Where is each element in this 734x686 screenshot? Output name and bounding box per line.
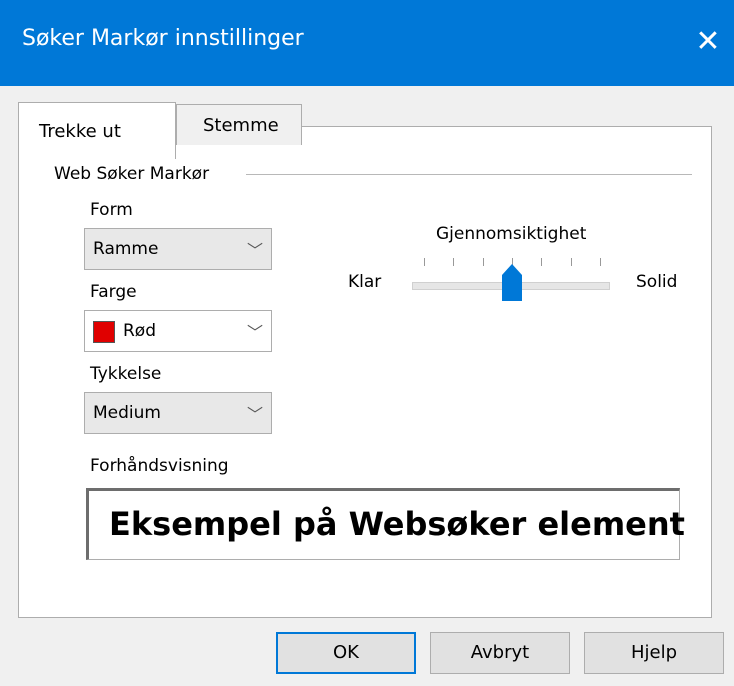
window-title: Søker Markør innstillinger: [22, 26, 304, 51]
title-bar: Søker Markør innstillinger ✕: [0, 0, 734, 86]
chevron-down-icon: ﹀: [247, 405, 264, 424]
tab-stemme-label: Stemme: [203, 115, 279, 136]
form-dropdown[interactable]: Ramme ﹀: [84, 228, 272, 270]
slider-tick: [453, 258, 455, 266]
farge-label: Farge: [90, 282, 137, 302]
form-label: Form: [90, 200, 133, 220]
form-value: Ramme: [93, 239, 159, 259]
slider-title: Gjennomsiktighet: [436, 224, 587, 244]
preview-text: Eksempel på Websøker element: [109, 505, 685, 543]
slider-tick: [600, 258, 601, 266]
chevron-down-icon: ﹀: [247, 241, 264, 260]
tykkelse-dropdown[interactable]: Medium ﹀: [84, 392, 272, 434]
tykkelse-label: Tykkelse: [90, 364, 162, 384]
chevron-down-icon: ﹀: [247, 323, 264, 342]
help-button[interactable]: Hjelp: [584, 632, 724, 674]
tab-trekke-ut[interactable]: Trekke ut: [18, 102, 176, 159]
cancel-button[interactable]: Avbryt: [430, 632, 570, 674]
close-icon[interactable]: ✕: [684, 14, 732, 70]
farge-value: Rød: [123, 321, 157, 341]
slider-thumb[interactable]: [501, 262, 523, 302]
slider-max-label: Solid: [636, 272, 678, 292]
tab-stemme[interactable]: Stemme: [176, 104, 302, 145]
tykkelse-value: Medium: [93, 403, 161, 423]
tab-trekke-ut-label: Trekke ut: [39, 121, 121, 142]
group-title: Web Søker Markør: [54, 164, 210, 184]
slider-tick: [424, 258, 425, 266]
slider-min-label: Klar: [348, 272, 382, 292]
preview-box: Eksempel på Websøker element: [86, 488, 685, 560]
ok-button[interactable]: OK: [276, 632, 416, 674]
group-divider: [246, 174, 692, 175]
farge-dropdown[interactable]: Rød ﹀: [84, 310, 272, 352]
slider-tick: [482, 258, 484, 266]
color-swatch: [93, 321, 115, 343]
preview-label: Forhåndsvisning: [90, 456, 229, 476]
slider-tick: [541, 258, 543, 266]
slider-tick: [570, 258, 572, 266]
